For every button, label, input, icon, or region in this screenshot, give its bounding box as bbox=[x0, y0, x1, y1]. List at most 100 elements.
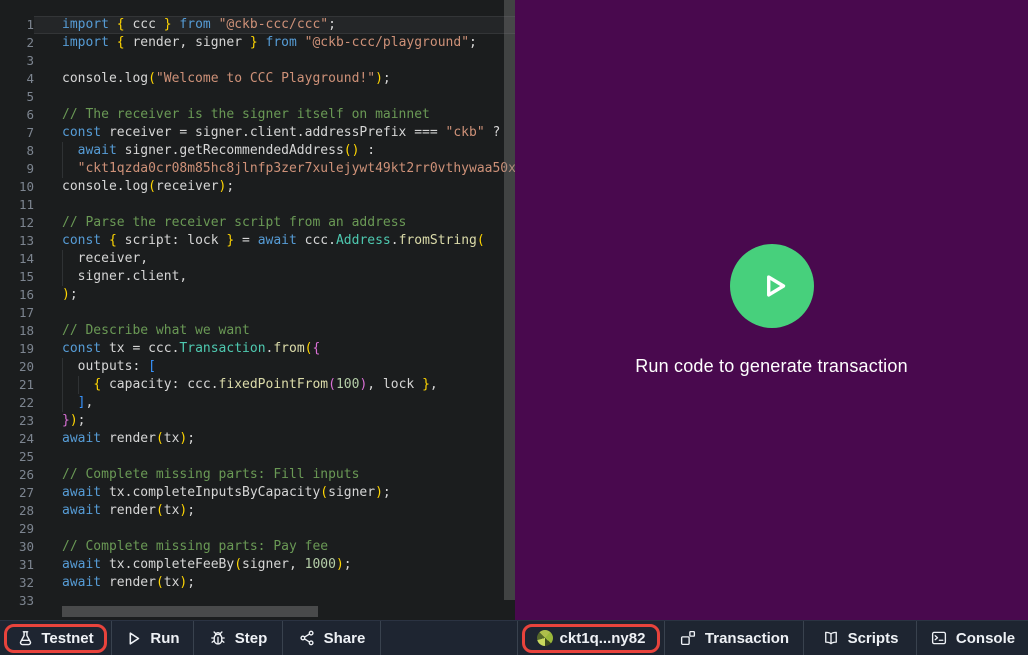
code-line[interactable]: 5 bbox=[0, 88, 515, 106]
line-number: 20 bbox=[0, 358, 34, 376]
code-line[interactable]: 29 bbox=[0, 520, 515, 538]
code-line[interactable]: 2import { render, signer } from "@ckb-cc… bbox=[0, 34, 515, 52]
code-line[interactable]: 21 { capacity: ccc.fixedPointFrom(100), … bbox=[0, 376, 515, 394]
indent-guide bbox=[62, 358, 63, 376]
code-line[interactable]: 16); bbox=[0, 286, 515, 304]
console-icon bbox=[930, 629, 948, 647]
code-line-content: await render(tx); bbox=[34, 430, 515, 448]
indent-guide bbox=[62, 142, 63, 160]
line-number: 11 bbox=[0, 196, 34, 214]
code-line[interactable]: 24await render(tx); bbox=[0, 430, 515, 448]
code-line[interactable]: 20 outputs: [ bbox=[0, 358, 515, 376]
code-line[interactable]: 32await render(tx); bbox=[0, 574, 515, 592]
code-line[interactable]: 30// Complete missing parts: Pay fee bbox=[0, 538, 515, 556]
testnet-button[interactable]: Testnet bbox=[0, 621, 112, 655]
code-line[interactable]: 23}); bbox=[0, 412, 515, 430]
line-number: 16 bbox=[0, 286, 34, 304]
code-line-content: // The receiver is the signer itself on … bbox=[34, 106, 515, 124]
code-line[interactable]: 18// Describe what we want bbox=[0, 322, 515, 340]
code-line[interactable]: 8 await signer.getRecommendedAddress() : bbox=[0, 142, 515, 160]
code-line[interactable]: 4console.log("Welcome to CCC Playground!… bbox=[0, 70, 515, 88]
code-line[interactable]: 1import { ccc } from "@ckb-ccc/ccc"; bbox=[0, 16, 515, 34]
code-line[interactable]: 12// Parse the receiver script from an a… bbox=[0, 214, 515, 232]
flask-icon bbox=[17, 630, 34, 647]
code-line-content: console.log(receiver); bbox=[34, 178, 515, 196]
code-line[interactable]: 3 bbox=[0, 52, 515, 70]
code-line[interactable]: 25 bbox=[0, 448, 515, 466]
line-number: 28 bbox=[0, 502, 34, 520]
code-line-content: await render(tx); bbox=[34, 574, 515, 592]
code-line-content bbox=[34, 520, 515, 538]
line-number: 9 bbox=[0, 160, 34, 178]
button-label: Testnet bbox=[41, 630, 93, 647]
indent-guide bbox=[62, 394, 63, 412]
code-line[interactable]: 11 bbox=[0, 196, 515, 214]
code-line[interactable]: 31await tx.completeFeeBy(signer, 1000); bbox=[0, 556, 515, 574]
run-code-button[interactable] bbox=[730, 244, 814, 328]
code-line-content: import { ccc } from "@ckb-ccc/ccc"; bbox=[34, 16, 515, 34]
line-number: 6 bbox=[0, 106, 34, 124]
code-line[interactable]: 6// The receiver is the signer itself on… bbox=[0, 106, 515, 124]
button-label: Console bbox=[956, 630, 1015, 647]
line-number: 7 bbox=[0, 124, 34, 142]
code-line-content: receiver, bbox=[34, 250, 515, 268]
console-button[interactable]: Console bbox=[916, 621, 1028, 655]
toolbar-right-group: ckt1q...ny82 TransactionScripts Console bbox=[517, 621, 1028, 655]
button-label: Share bbox=[324, 630, 366, 647]
step-button[interactable]: Step bbox=[194, 621, 283, 655]
code-line[interactable]: 10console.log(receiver); bbox=[0, 178, 515, 196]
code-line-content: const { script: lock } = await ccc.Addre… bbox=[34, 232, 515, 250]
code-line-content: ], bbox=[34, 394, 515, 412]
code-line[interactable]: 17 bbox=[0, 304, 515, 322]
code-line[interactable]: 26// Complete missing parts: Fill inputs bbox=[0, 466, 515, 484]
line-number: 15 bbox=[0, 268, 34, 286]
share-button[interactable]: Share bbox=[283, 621, 381, 655]
transaction-icon bbox=[679, 629, 697, 647]
indent-guide bbox=[62, 376, 63, 394]
code-line-content bbox=[34, 52, 515, 70]
run-button[interactable]: Run bbox=[112, 621, 194, 655]
transaction-button[interactable]: Transaction bbox=[664, 621, 803, 655]
code-line-content bbox=[34, 88, 515, 106]
code-line-content: { capacity: ccc.fixedPointFrom(100), loc… bbox=[34, 376, 515, 394]
line-number: 13 bbox=[0, 232, 34, 250]
button-label: Step bbox=[235, 630, 268, 647]
share-icon bbox=[298, 629, 316, 647]
address-button[interactable]: ckt1q...ny82 bbox=[517, 621, 664, 655]
editor-vertical-scrollbar[interactable] bbox=[503, 0, 515, 620]
code-line-content bbox=[34, 196, 515, 214]
code-line-content: }); bbox=[34, 412, 515, 430]
code-line[interactable]: 27await tx.completeInputsByCapacity(sign… bbox=[0, 484, 515, 502]
code-line[interactable]: 28await render(tx); bbox=[0, 502, 515, 520]
code-line-content: // Parse the receiver script from an add… bbox=[34, 214, 515, 232]
code-line-content: // Complete missing parts: Pay fee bbox=[34, 538, 515, 556]
horizontal-scrollbar-thumb[interactable] bbox=[62, 606, 318, 617]
code-line[interactable]: 19const tx = ccc.Transaction.from({ bbox=[0, 340, 515, 358]
line-number: 24 bbox=[0, 430, 34, 448]
indent-guide bbox=[62, 268, 63, 286]
code-line-content: "ckt1qzda0cr08m85hc8jlnfp3zer7xulejywt49… bbox=[34, 160, 515, 178]
code-line-content: await render(tx); bbox=[34, 502, 515, 520]
code-line[interactable]: 15 signer.client, bbox=[0, 268, 515, 286]
panel-message: Run code to generate transaction bbox=[635, 356, 908, 377]
vertical-scrollbar-thumb[interactable] bbox=[504, 0, 515, 600]
code-line-content bbox=[34, 304, 515, 322]
code-line-content: ); bbox=[34, 286, 515, 304]
code-line-content: import { render, signer } from "@ckb-ccc… bbox=[34, 34, 515, 52]
code-line[interactable]: 7const receiver = signer.client.addressP… bbox=[0, 124, 515, 142]
code-line-content: const tx = ccc.Transaction.from({ bbox=[34, 340, 515, 358]
scripts-button[interactable]: Scripts bbox=[803, 621, 916, 655]
code-line[interactable]: 22 ], bbox=[0, 394, 515, 412]
editor-horizontal-scrollbar[interactable] bbox=[0, 606, 503, 617]
button-label: ckt1q...ny82 bbox=[560, 630, 646, 647]
ccc-playground-app: 1import { ccc } from "@ckb-ccc/ccc";2imp… bbox=[0, 0, 1028, 655]
code-line[interactable]: 9 "ckt1qzda0cr08m85hc8jlnfp3zer7xulejywt… bbox=[0, 160, 515, 178]
line-number: 4 bbox=[0, 70, 34, 88]
line-number: 18 bbox=[0, 322, 34, 340]
code-line[interactable]: 14 receiver, bbox=[0, 250, 515, 268]
code-line[interactable]: 13const { script: lock } = await ccc.Add… bbox=[0, 232, 515, 250]
code-line-content: console.log("Welcome to CCC Playground!"… bbox=[34, 70, 515, 88]
bug-icon bbox=[209, 629, 227, 647]
code-editor[interactable]: 1import { ccc } from "@ckb-ccc/ccc";2imp… bbox=[0, 0, 515, 620]
code-line-content: await tx.completeInputsByCapacity(signer… bbox=[34, 484, 515, 502]
